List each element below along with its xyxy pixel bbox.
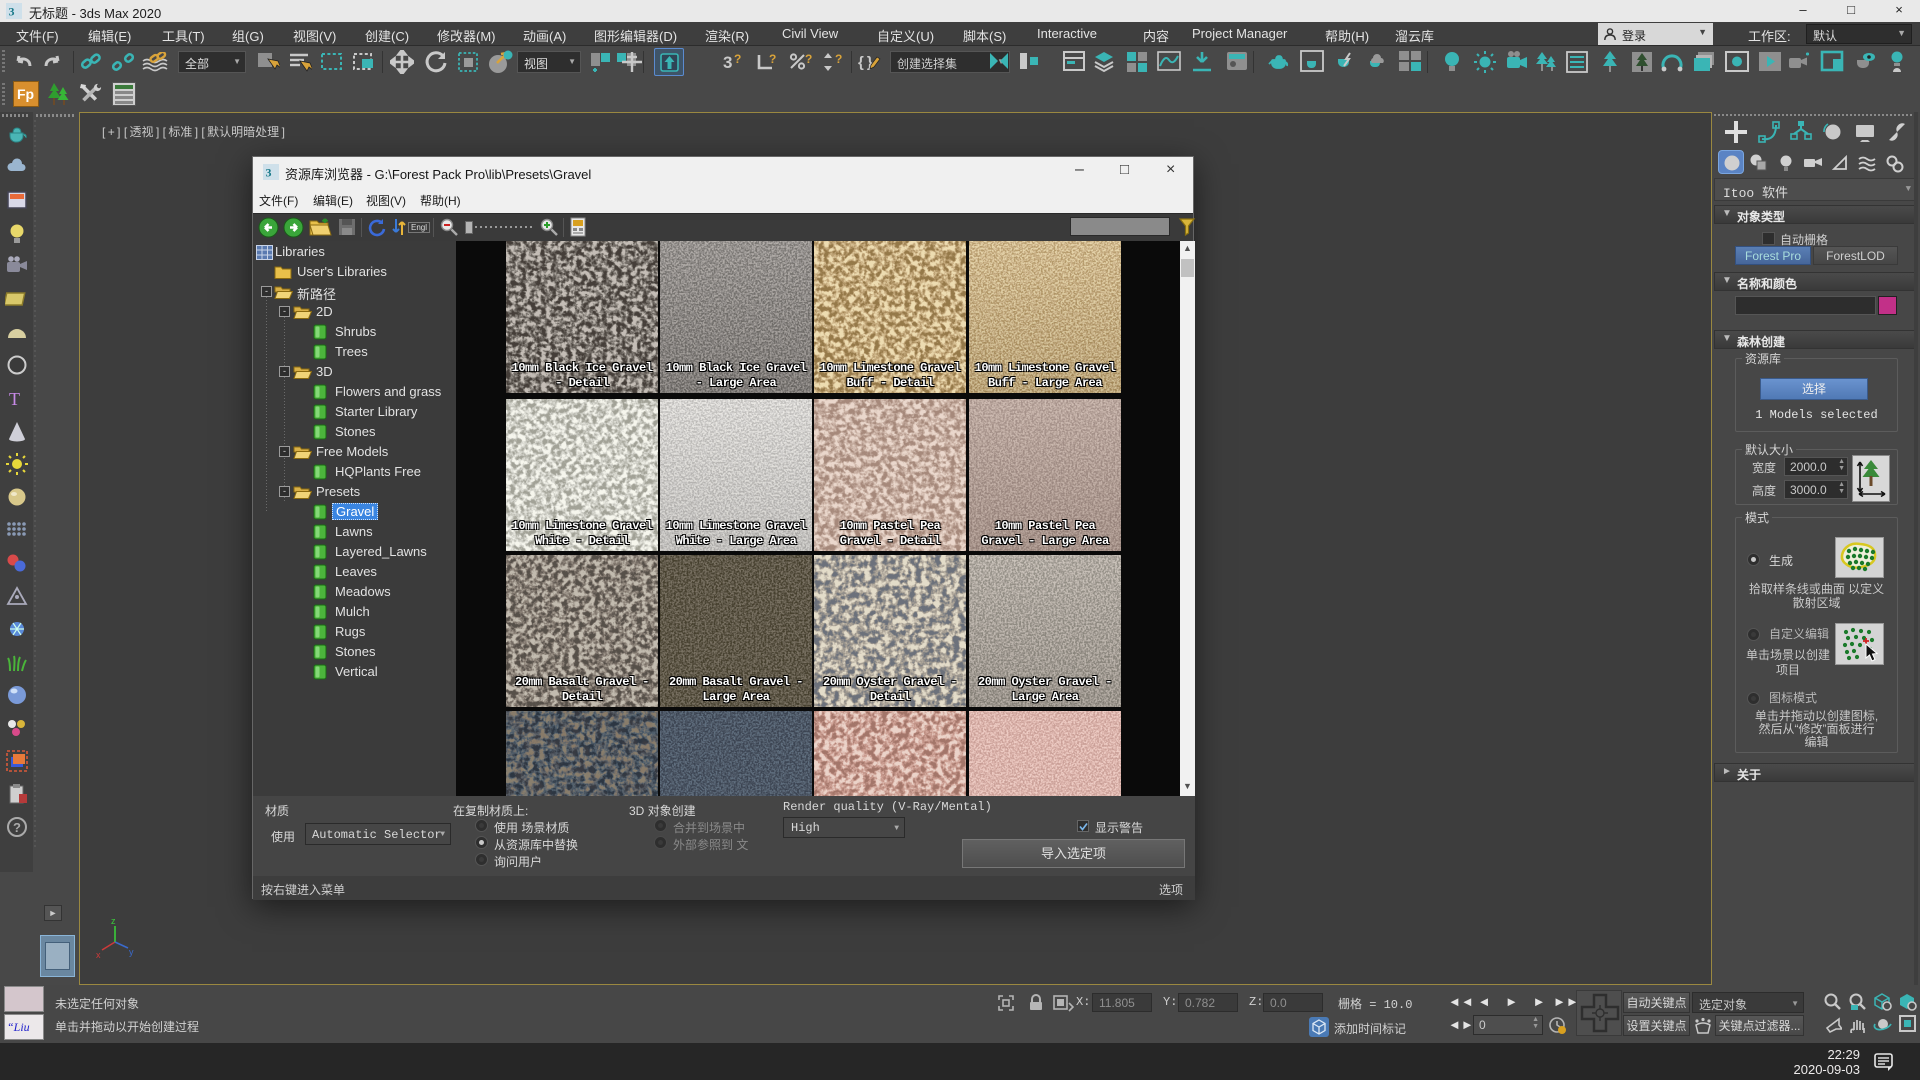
svg-text:?: ? [805,52,812,66]
svg-text:3: 3 [9,5,15,19]
svg-text:?: ? [769,52,776,66]
svg-text:T: T [9,389,20,409]
svg-text:?: ? [734,52,741,66]
svg-text:?: ? [13,820,21,835]
svg-text:x: x [96,950,101,958]
svg-text:?: ? [835,52,842,66]
svg-text:y: y [129,947,134,957]
svg-text:3: 3 [266,166,272,180]
svg-text:3: 3 [723,53,732,72]
svg-text:z: z [111,916,116,926]
